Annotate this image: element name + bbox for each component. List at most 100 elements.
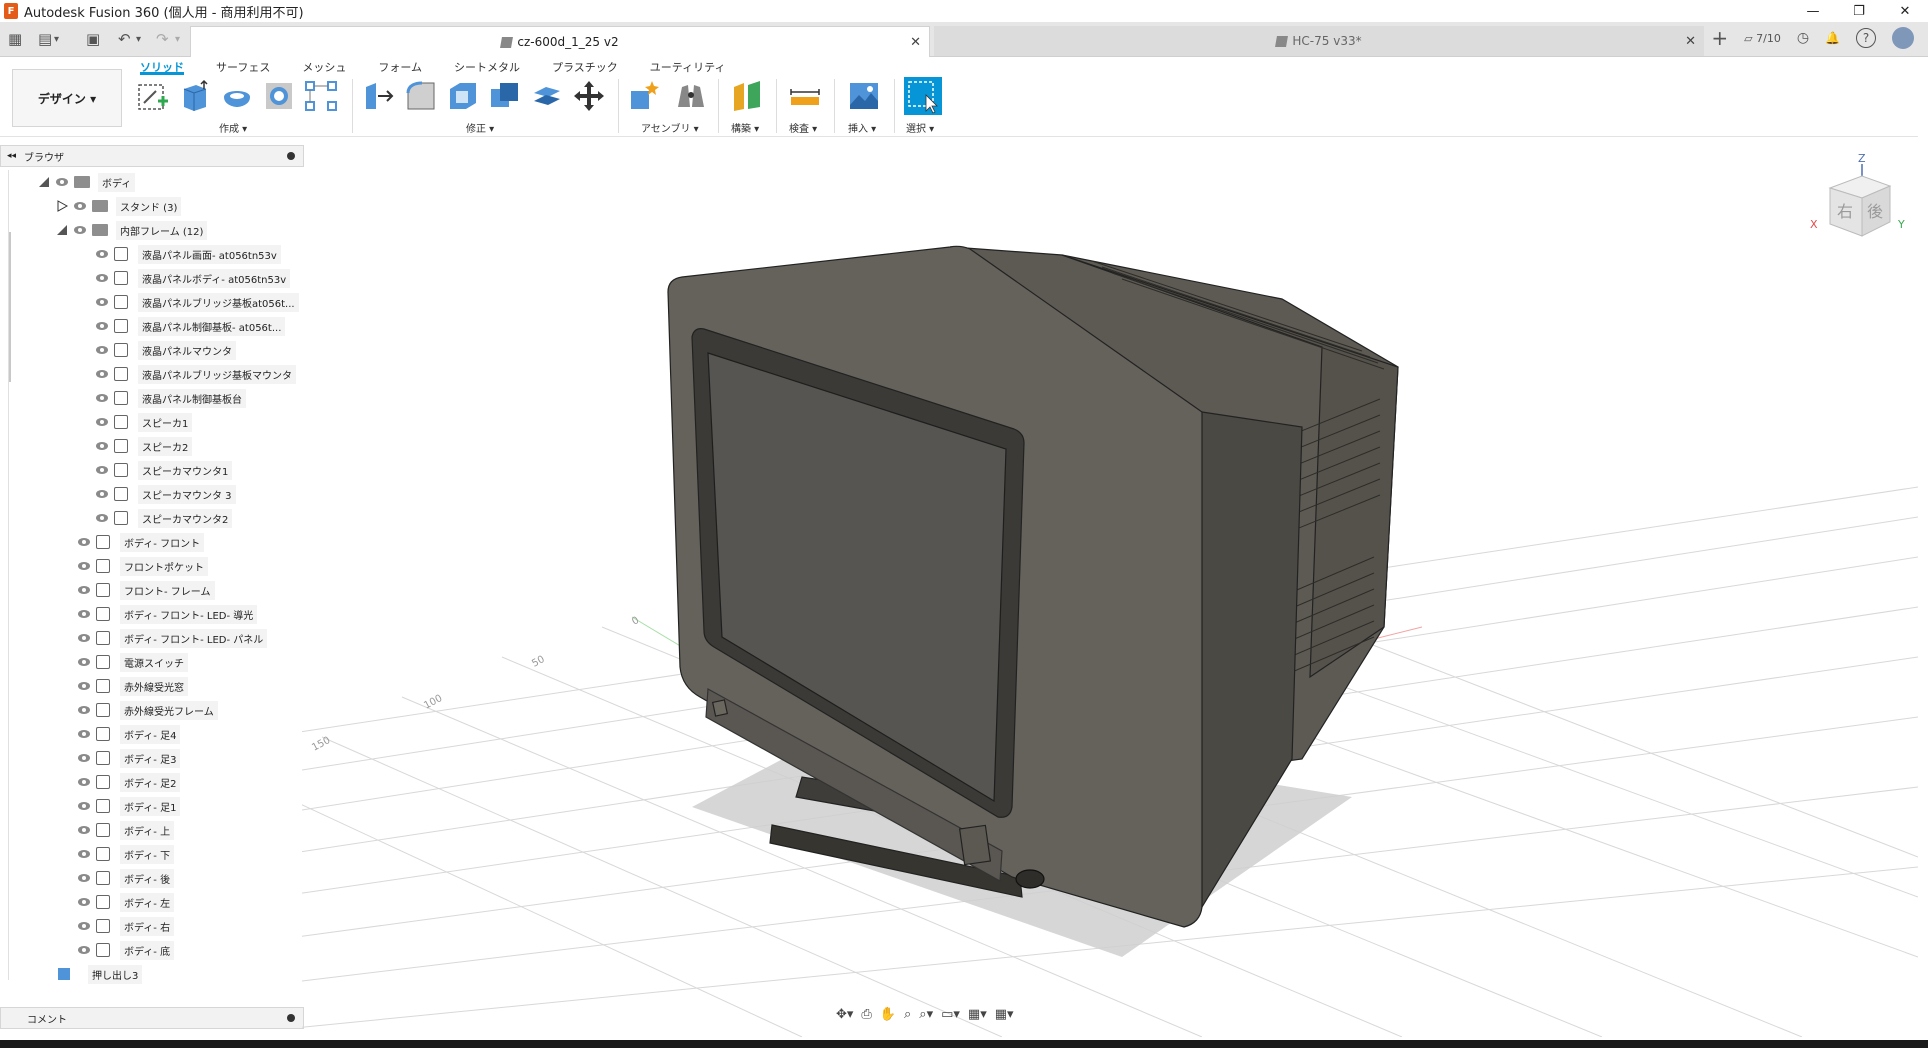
combine-icon[interactable] [488,79,522,113]
eye-icon[interactable] [96,248,108,260]
list-item[interactable]: 液晶パネル画面- at056tn53v [96,242,281,266]
eye-icon[interactable] [96,392,108,404]
list-item[interactable]: 内部フレーム (12) [56,218,208,242]
collapse-triangle-icon[interactable] [56,224,68,236]
undo-dropdown-icon[interactable]: ▾ [136,26,141,52]
modify-group-label[interactable]: 修正 ▾ [466,120,494,135]
offset-plane-icon[interactable] [730,79,764,113]
eye-icon[interactable] [96,344,108,356]
press-pull-icon[interactable] [362,79,396,113]
restore-button[interactable]: ❐ [1836,0,1882,22]
eye-icon[interactable] [96,512,108,524]
list-item[interactable]: 電源スイッチ [78,650,188,674]
select-icon[interactable] [904,77,942,115]
eye-icon[interactable] [78,728,90,740]
eye-icon[interactable] [74,224,86,236]
eye-icon[interactable] [96,440,108,452]
browser-options-icon[interactable] [287,152,295,160]
list-item[interactable]: 赤外線受光フレーム [78,698,218,722]
eye-icon[interactable] [96,464,108,476]
new-tab-button[interactable]: + [1711,26,1728,50]
help-icon[interactable]: ? [1856,28,1876,48]
notification-bell-icon[interactable]: 🔔 [1825,31,1840,45]
save-icon[interactable]: ▣ [86,26,100,52]
eye-icon[interactable] [96,296,108,308]
tab-hc-75[interactable]: HC-75 v33* ✕ [934,26,1704,56]
list-item[interactable]: ボディ- 下 [78,842,175,866]
select-group-label[interactable]: 選択 ▾ [906,120,934,135]
file-menu-icon[interactable]: ▤ [38,26,52,52]
list-item[interactable]: ボディ- 足2 [78,770,181,794]
eye-icon[interactable] [78,656,90,668]
eye-icon[interactable] [78,632,90,644]
revolve-icon[interactable] [220,79,254,113]
tab-form[interactable]: フォーム [378,57,422,75]
offset-face-icon[interactable] [530,79,564,113]
tab-mesh[interactable]: メッシュ [302,57,346,75]
list-item[interactable]: ボディ- 足3 [78,746,181,770]
insert-group-label[interactable]: 挿入 ▾ [848,120,876,135]
list-item[interactable]: ボディ- 右 [78,914,175,938]
list-item[interactable]: ボディ- フロント [78,530,205,554]
undo-icon[interactable]: ↶ [118,26,131,52]
shell-icon[interactable] [446,79,480,113]
eye-icon[interactable] [96,488,108,500]
eye-icon[interactable] [78,944,90,956]
list-item[interactable]: ボディ- フロント- LED- 導光 [78,602,258,626]
clock-icon[interactable]: ◷ [1797,30,1809,46]
orbit-icon[interactable]: ✥▾ [836,1007,853,1031]
close-tab-icon[interactable]: ✕ [1685,34,1696,49]
assembly-group-label[interactable]: アセンブリ ▾ [641,120,699,135]
user-avatar[interactable] [1892,27,1914,49]
extrude-icon[interactable] [178,79,212,113]
workspace-switcher-button[interactable]: デザイン ▾ [12,69,122,127]
viewports-icon[interactable]: ▦▾ [995,1007,1014,1031]
file-dropdown-icon[interactable]: ▾ [54,26,59,52]
tab-surface[interactable]: サーフェス [216,57,270,75]
move-copy-icon[interactable] [572,79,606,113]
eye-icon[interactable] [78,584,90,596]
eye-icon[interactable] [96,320,108,332]
eye-icon[interactable] [96,416,108,428]
tab-solid[interactable]: ソリッド [140,57,184,75]
eye-icon[interactable] [78,848,90,860]
viewport-canvas[interactable]: 0 50 100 150 200 250 [302,137,1918,1037]
eye-icon[interactable] [74,200,86,212]
tab-utility[interactable]: ユーティリティ [650,57,726,75]
close-window-button[interactable]: ✕ [1882,0,1928,22]
comments-panel-header[interactable]: コメント [0,1007,304,1029]
list-item[interactable]: スピーカマウンタ 3 [96,482,236,506]
eye-icon[interactable] [96,368,108,380]
add-comment-icon[interactable] [287,1014,295,1022]
eye-icon[interactable] [78,680,90,692]
list-item[interactable]: フロントポケット [78,554,208,578]
close-tab-icon[interactable]: ✕ [910,35,921,50]
list-item[interactable]: ボディ- 足1 [78,794,181,818]
list-item[interactable]: ボディ- 左 [78,890,175,914]
minimize-button[interactable]: — [1790,0,1836,22]
list-item[interactable]: 液晶パネルブリッジ基板at056t... [96,290,299,314]
list-item[interactable]: スピーカ2 [96,434,193,458]
eye-icon[interactable] [78,608,90,620]
list-item[interactable]: ボディ- 足4 [78,722,181,746]
tab-cz-600d[interactable]: cz-600d_1_25 v2 ✕ [190,26,930,57]
construct-group-label[interactable]: 構築 ▾ [731,120,759,135]
list-item[interactable]: 液晶パネルマウンタ [96,338,236,362]
eye-icon[interactable] [78,872,90,884]
list-item[interactable]: 液晶パネル制御基板- at056t... [96,314,286,338]
redo-icon[interactable]: ↷ [156,26,169,52]
list-item[interactable]: 液晶パネルブリッジ基板マウンタ [96,362,296,386]
measure-icon[interactable] [788,79,822,113]
joint-icon[interactable] [674,79,708,113]
look-at-icon[interactable]: ⎙ [861,1007,871,1031]
list-item[interactable]: スタンド (3) [56,194,182,218]
list-item[interactable]: ボディ- 上 [78,818,175,842]
create-group-label[interactable]: 作成 ▾ [219,120,247,135]
eye-icon[interactable] [78,704,90,716]
eye-icon[interactable] [78,800,90,812]
fit-zoom-icon[interactable]: ⌕▾ [919,1007,933,1031]
fillet-icon[interactable] [404,79,438,113]
eye-icon[interactable] [56,176,68,188]
expand-triangle-icon[interactable] [56,200,68,212]
redo-dropdown-icon[interactable]: ▾ [175,26,180,52]
